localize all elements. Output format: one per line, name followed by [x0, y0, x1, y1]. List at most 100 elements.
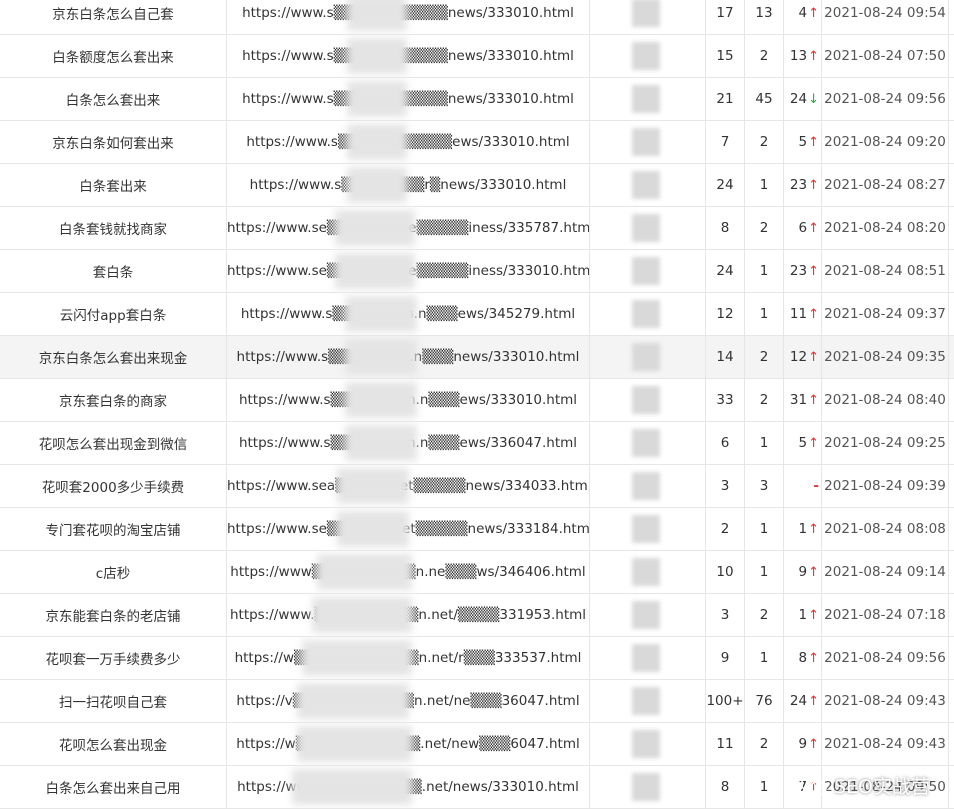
arrow-up-icon: ↑	[808, 221, 819, 236]
url-cell[interactable]: https://www▒▒▒▒▒▒▒▒▒▒n.ne▒▒▒ws/346406.ht…	[227, 551, 590, 594]
table-row[interactable]: 京东白条怎么自己套 https://www.s▒▒▒▒▒▒▒▒▒▒▒news/33…	[0, 0, 954, 35]
url-cell[interactable]: https://ww▒▒▒▒▒▒▒▒▒▒▒.net/news/333010.ht…	[227, 766, 590, 809]
edge-cell	[949, 379, 954, 422]
url-cell[interactable]: https://www.s▒▒▒▒▒▒▒in.n▒▒▒ews/333010.ht…	[227, 379, 590, 422]
url-cell[interactable]: https://w▒▒▒▒▒▒▒▒▒▒▒▒.net/new▒▒▒6047.htm…	[227, 723, 590, 766]
change-cell: 23↑	[784, 164, 822, 207]
edge-cell	[949, 422, 954, 465]
url-cell[interactable]: https://www.s▒▒▒▒▒▒▒▒▒▒▒news/333010.html	[227, 78, 590, 121]
table-row[interactable]: 云闪付app套白条https://www.s▒▒▒▒▒▒▒n.n▒▒▒ews/3…	[0, 293, 954, 336]
count-b-cell: 2	[745, 723, 784, 766]
redaction-blur	[632, 687, 660, 715]
count-b-cell: 1	[745, 508, 784, 551]
change-value: 24	[790, 693, 807, 709]
table-row[interactable]: 白条套钱就找商家https://www.se▒▒▒▒▒▒▒ne▒▒▒▒▒ines…	[0, 207, 954, 250]
timestamp-cell: 2021-08-24 08:08	[822, 508, 949, 551]
count-a-cell: 12	[706, 293, 745, 336]
edge-cell	[949, 551, 954, 594]
count-b-cell: 2	[745, 121, 784, 164]
count-a-cell: 100+	[706, 680, 745, 723]
url-cell[interactable]: https://www.s▒▒▒▒▒▒▒▒▒▒▒news/333010.html	[227, 0, 590, 35]
change-cell: -	[784, 465, 822, 508]
change-cell: 12↑	[784, 336, 822, 379]
url-cell[interactable]: https://v▒▒▒▒▒▒s▒▒▒▒▒n.net/ne▒▒▒36047.ht…	[227, 680, 590, 723]
change-cell: 5↑	[784, 121, 822, 164]
edge-cell	[949, 594, 954, 637]
table-row[interactable]: 京东套白条的商家https://www.s▒▒▒▒▒▒▒in.n▒▒▒ews/3…	[0, 379, 954, 422]
change-cell: 4↑	[784, 0, 822, 35]
url-cell[interactable]: https://www.s▒▒▒▒▒▒▒▒r▒news/333010.html	[227, 164, 590, 207]
url-link[interactable]: https://www.s▒▒▒▒▒▒▒▒▒▒▒news/333010.html	[242, 48, 574, 64]
table-row[interactable]: c店秒https://www▒▒▒▒▒▒▒▒▒▒n.ne▒▒▒ws/346406…	[0, 551, 954, 594]
edge-cell	[949, 35, 954, 78]
url-cell[interactable]: https://www.se▒▒▒▒▒▒▒ne▒▒▒▒▒iness/333010…	[227, 250, 590, 293]
count-b-cell: 3	[745, 465, 784, 508]
url-cell[interactable]: https://www.s▒▒▒▒▒▒▒in.n▒▒▒ews/336047.ht…	[227, 422, 590, 465]
change-value: 24	[790, 91, 807, 107]
redaction-blur	[632, 85, 660, 113]
keyword-cell: 京东白条如何套出来	[0, 121, 227, 164]
timestamp-cell: 2021-08-24 09:43	[822, 723, 949, 766]
url-cell[interactable]: https://www.se▒▒▒▒▒▒.net▒▒▒▒▒news/333184…	[227, 508, 590, 551]
redacted-cell	[590, 207, 706, 250]
count-a-cell: 11	[706, 723, 745, 766]
url-cell[interactable]: https://www.s▒▒▒▒▒▒▒▒▒▒▒ews/333010.html	[227, 121, 590, 164]
count-a-cell: 24	[706, 250, 745, 293]
timestamp-cell: 2021-08-24 09:14	[822, 551, 949, 594]
table-row[interactable]: 套白条https://www.se▒▒▒▒▒▒▒ne▒▒▒▒▒iness/333…	[0, 250, 954, 293]
arrow-up-icon: ↑	[808, 565, 819, 580]
redaction-blur	[632, 515, 660, 543]
edge-cell	[949, 0, 954, 35]
keyword-cell: 花呗套一万手续费多少	[0, 637, 227, 680]
table-row[interactable]: 扫一扫花呗自己套https://v▒▒▒▒▒▒s▒▒▒▒▒n.net/ne▒▒▒…	[0, 680, 954, 723]
count-a-cell: 6	[706, 422, 745, 465]
table-row[interactable]: 花呗怎么套出现金https://w▒▒▒▒▒▒▒▒▒▒▒▒.net/new▒▒▒…	[0, 723, 954, 766]
redaction-blur	[632, 214, 660, 242]
url-link[interactable]: https://www.s▒▒▒▒▒▒▒▒▒▒▒news/333010.html	[242, 5, 574, 21]
redaction-blur	[335, 210, 415, 246]
table-row[interactable]: 京东白条怎么套出来现金https://www.s▒▒▒▒▒▒▒n.n▒▒▒new…	[0, 336, 954, 379]
edge-cell	[949, 207, 954, 250]
arrow-up-icon: ↑	[808, 522, 819, 537]
url-cell[interactable]: https://www.s▒▒▒▒▒▒▒n.n▒▒▒ews/345279.htm…	[227, 293, 590, 336]
table-row[interactable]: 白条额度怎么套出来https://www.s▒▒▒▒▒▒▒▒▒▒▒news/33…	[0, 35, 954, 78]
keyword-cell: 专门套花呗的淘宝店铺	[0, 508, 227, 551]
url-cell[interactable]: https://w▒▒▒▒▒▒▒▒▒▒▒▒n.net/r▒▒▒333537.ht…	[227, 637, 590, 680]
keyword-cell: 花呗怎么套出现金	[0, 723, 227, 766]
redacted-cell	[590, 551, 706, 594]
keyword-cell: 京东白条怎么套出来现金	[0, 336, 227, 379]
keyword-cell: 京东白条怎么自己套	[0, 0, 227, 35]
url-cell[interactable]: https://www.sea▒▒▒▒▒.net▒▒▒▒▒news/334033…	[227, 465, 590, 508]
table-row[interactable]: 白条套出来https://www.s▒▒▒▒▒▒▒▒r▒news/333010.…	[0, 164, 954, 207]
edge-cell	[949, 336, 954, 379]
timestamp-cell: 2021-08-24 09:43	[822, 680, 949, 723]
timestamp-cell: 2021-08-24 08:51	[822, 250, 949, 293]
url-cell[interactable]: https://www.s▒▒▒▒▒▒▒n.n▒▒▒news/333010.ht…	[227, 336, 590, 379]
change-cell: 9↑	[784, 723, 822, 766]
count-b-cell: 13	[745, 0, 784, 35]
table-row[interactable]: 京东白条如何套出来 https://www.s▒▒▒▒▒▒▒▒▒▒▒ews/333…	[0, 121, 954, 164]
change-value: 9	[799, 736, 808, 752]
url-link[interactable]: https://www.s▒▒▒▒▒▒▒▒r▒news/333010.html	[250, 177, 567, 193]
redaction-blur	[632, 558, 660, 586]
redaction-blur	[297, 726, 412, 762]
url-cell[interactable]: https://www.s▒▒▒▒▒▒▒▒▒▒▒news/333010.html	[227, 35, 590, 78]
count-a-cell: 10	[706, 551, 745, 594]
change-value: 5	[799, 435, 808, 451]
table-row[interactable]: 花呗怎么套出现金到微信https://www.s▒▒▒▒▒▒▒in.n▒▒▒ew…	[0, 422, 954, 465]
url-link[interactable]: https://www.s▒▒▒▒▒▒▒▒▒▒▒news/333010.html	[242, 91, 574, 107]
table-row[interactable]: 花呗套2000多少手续费https://www.sea▒▒▒▒▒.net▒▒▒▒…	[0, 465, 954, 508]
table-row[interactable]: 专门套花呗的淘宝店铺https://www.se▒▒▒▒▒▒.net▒▒▒▒▒n…	[0, 508, 954, 551]
url-cell[interactable]: https://www.se▒▒▒▒▒▒▒ne▒▒▒▒▒iness/335787…	[227, 207, 590, 250]
url-cell[interactable]: https://www.▒▒▒▒▒▒▒▒▒▒n.net/▒▒▒▒331953.h…	[227, 594, 590, 637]
table-row[interactable]: 花呗套一万手续费多少https://w▒▒▒▒▒▒▒▒▒▒▒▒n.net/r▒▒…	[0, 637, 954, 680]
timestamp-cell: 2021-08-24 09:25	[822, 422, 949, 465]
table-row[interactable]: 京东能套白条的老店铺https://www.▒▒▒▒▒▒▒▒▒▒n.net/▒▒…	[0, 594, 954, 637]
arrow-down-icon: ↓	[808, 92, 819, 107]
table-row[interactable]: 白条怎么套出来https://www.s▒▒▒▒▒▒▒▒▒▒▒news/3330…	[0, 78, 954, 121]
redaction-blur	[297, 683, 409, 719]
keyword-cell: 套白条	[0, 250, 227, 293]
redaction-blur	[337, 468, 409, 504]
count-b-cell: 2	[745, 35, 784, 78]
url-link[interactable]: https://www.s▒▒▒▒▒▒▒▒▒▒▒ews/333010.html	[246, 134, 569, 150]
